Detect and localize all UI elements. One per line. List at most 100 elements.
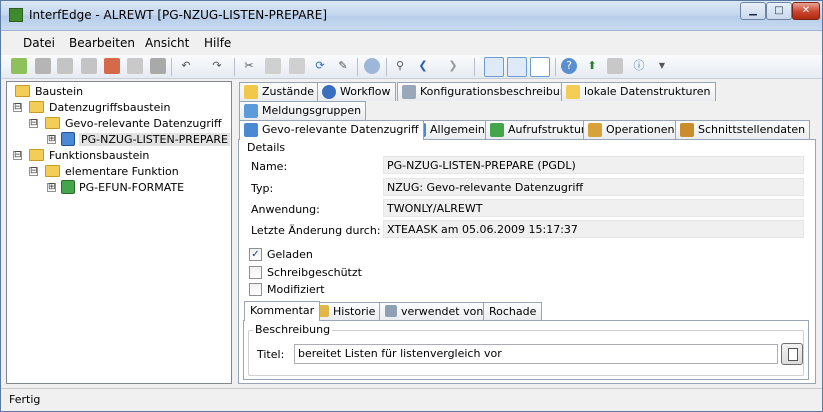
collapse-icon[interactable]: ⊟ (29, 167, 38, 176)
function-icon (61, 180, 75, 194)
subtab-historie[interactable]: Historie (311, 302, 382, 321)
menu-ansicht[interactable]: Ansicht (145, 36, 189, 50)
puzzle-icon (490, 123, 504, 137)
anwendung-label: Anwendung: (251, 203, 320, 216)
collapse-icon[interactable]: ⊟ (13, 151, 22, 160)
info-icon[interactable]: ⓘ (631, 58, 647, 74)
typ-value: NZUG: Gevo-relevante Datenzugriff (383, 178, 804, 196)
tab-zustaende[interactable]: Zustände (239, 82, 320, 101)
modifiziert-label: Modifiziert (267, 283, 325, 296)
kommentar-content: Beschreibung Titel: bereitet Listen für … (243, 320, 809, 380)
aenderung-value: XTEAASK am 05.06.2009 15:17:37 (383, 220, 804, 238)
subtab-kommentar[interactable]: Kommentar (244, 301, 321, 321)
tree-item-pg-efun-formate[interactable]: ⊞ PG-EFUN-FORMATE (7, 180, 227, 196)
folder-icon (29, 149, 44, 161)
tree-item-baustein[interactable]: Baustein (7, 84, 227, 100)
titel-label: Titel: (257, 348, 285, 361)
folder-icon (566, 85, 580, 99)
tab-lokale-datenstrukturen[interactable]: lokale Datenstrukturen (561, 82, 716, 101)
minimize-button[interactable]: ▁ (740, 2, 766, 20)
schreibgeschuetzt-label: Schreibgeschützt (267, 266, 362, 279)
tree-panel: Baustein ⊟ Datenzugriffsbaustein ⊟ Gevo-… (6, 81, 232, 384)
menu-bar: Datei Bearbeiten Ansicht Hilfe (1, 32, 822, 54)
binoculars-icon[interactable]: ⚲ (392, 58, 408, 74)
help-icon[interactable]: ? (561, 58, 577, 74)
aenderung-label: Letzte Änderung durch: (251, 224, 381, 237)
separator (555, 58, 556, 76)
app-icon (9, 8, 23, 22)
star-icon (244, 85, 258, 99)
subtab-rochade[interactable]: Rochade (483, 302, 543, 321)
dropdown-icon[interactable]: ▼ (654, 58, 670, 74)
delete-icon[interactable] (104, 58, 120, 74)
separator (474, 58, 475, 76)
tab-aufrufstruktur[interactable]: Aufrufstruktur (485, 120, 591, 139)
modifiziert-checkbox[interactable] (249, 283, 262, 296)
title-bar[interactable]: InterfEdge - ALREWT [PG-NZUG-LISTEN-PREP… (1, 1, 822, 31)
copy-icon[interactable] (265, 58, 281, 74)
message-icon (244, 104, 258, 118)
subtab-verwendet-von[interactable]: verwendet von (379, 302, 490, 321)
tree-view-icon[interactable] (484, 57, 504, 77)
menu-datei[interactable]: Datei (23, 36, 55, 50)
status-bar: Fertig (1, 388, 822, 411)
collapse-icon[interactable]: ⊟ (13, 103, 22, 112)
tree-item-elementare-funktion[interactable]: ⊟ elementare Funktion (7, 164, 227, 180)
save-icon[interactable] (35, 58, 51, 74)
undo-icon[interactable]: ↶ (178, 58, 194, 74)
toolbar: ↶ ↷ ✂ ⟳ ✎ ⚲ ❮ ❯ ? ⬆ ⓘ ▼ (1, 55, 822, 79)
expand-icon[interactable]: ⊞ (47, 135, 56, 144)
schreibgeschuetzt-checkbox[interactable] (249, 266, 262, 279)
menu-bearbeiten[interactable]: Bearbeiten (69, 36, 135, 50)
folder-icon (15, 85, 30, 97)
collapse-icon[interactable]: ⊟ (29, 119, 38, 128)
window-title: InterfEdge - ALREWT [PG-NZUG-LISTEN-PREP… (29, 8, 328, 22)
expand-icon[interactable]: ⊞ (47, 183, 56, 192)
redo-icon[interactable]: ↷ (209, 58, 225, 74)
database-icon (244, 123, 258, 137)
tab-operationen[interactable]: Operationen (583, 120, 680, 139)
paste-icon[interactable] (289, 58, 305, 74)
clipboard-button[interactable] (781, 343, 803, 365)
anwendung-value: TWONLY/ALREWT (383, 199, 804, 217)
preview-icon[interactable] (127, 58, 143, 74)
tree-item-gevo-relevante[interactable]: ⊟ Gevo-relevante Datenzugriff (7, 116, 227, 132)
folder-icon (45, 165, 60, 177)
copy-doc-icon[interactable] (81, 58, 97, 74)
forward-icon[interactable]: ❯ (445, 58, 461, 74)
detail-view-icon[interactable] (530, 57, 550, 77)
list-view-icon[interactable] (507, 57, 527, 77)
tree-item-datenzugriffsbaustein[interactable]: ⊟ Datenzugriffsbaustein (7, 100, 227, 116)
window-icon[interactable] (607, 58, 623, 74)
operations-icon (588, 123, 602, 137)
maximize-button[interactable]: □ (766, 2, 792, 20)
link-icon (385, 305, 397, 317)
new-icon[interactable] (11, 58, 27, 74)
tab-schnittstellendaten[interactable]: Schnittstellendaten (675, 120, 811, 139)
folder-icon (45, 117, 60, 129)
tab-content: Details Name: PG-NZUG-LISTEN-PREPARE (PG… (238, 139, 816, 384)
tree-item-pg-nzug-listen-prepare[interactable]: ⊞ PG-NZUG-LISTEN-PREPARE (7, 132, 231, 148)
upload-icon[interactable]: ⬆ (584, 58, 600, 74)
geladen-checkbox[interactable]: ✓ (249, 248, 262, 261)
tree-item-funktionsbaustein[interactable]: ⊟ Funktionsbaustein (7, 148, 227, 164)
tab-konfigurationsbeschreibung[interactable]: Konfigurationsbeschreibung (397, 82, 579, 101)
geladen-label: Geladen (267, 248, 313, 261)
view-icon[interactable] (364, 58, 380, 74)
back-icon[interactable]: ❮ (415, 58, 431, 74)
name-value: PG-NZUG-LISTEN-PREPARE (PGDL) (383, 156, 804, 174)
close-button[interactable]: ✕ (792, 2, 820, 20)
titel-input[interactable]: bereitet Listen für listenvergleich vor (294, 344, 778, 364)
menu-hilfe[interactable]: Hilfe (204, 36, 231, 50)
tab-gevo-relevante-datenzugriff[interactable]: Gevo-relevante Datenzugriff (239, 120, 424, 140)
save-all-icon[interactable] (57, 58, 73, 74)
tab-meldungsgruppen[interactable]: Meldungsgruppen (239, 101, 367, 120)
separator (234, 58, 235, 76)
refresh-icon[interactable]: ⟳ (312, 58, 328, 74)
tab-workflow[interactable]: Workflow (317, 82, 396, 101)
print-icon[interactable] (150, 58, 166, 74)
cut-icon[interactable]: ✂ (241, 58, 257, 74)
name-label: Name: (251, 160, 288, 173)
edit-icon[interactable]: ✎ (335, 58, 351, 74)
separator (357, 58, 358, 76)
